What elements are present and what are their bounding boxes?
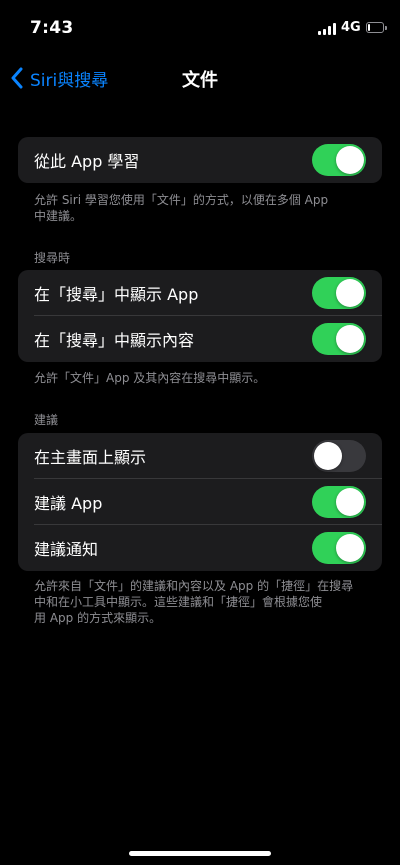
status-time: 7:43 (30, 18, 74, 38)
page-title: 文件 (182, 70, 218, 91)
show-app-in-search-toggle[interactable] (312, 277, 366, 309)
toggle-knob (336, 325, 364, 353)
show-on-home-screen-label: 在主畫面上顯示 (34, 448, 147, 467)
suggest-app-toggle[interactable] (312, 486, 366, 518)
learn-footer: 允許 Siri 學習您使用「文件」的方式，以便在多個 App 中建議。 (34, 192, 370, 224)
suggest-app-label: 建議 App (34, 494, 103, 513)
learn-from-app-toggle[interactable] (312, 144, 366, 176)
show-on-home-screen-row[interactable]: 在主畫面上顯示 (18, 433, 382, 479)
learn-footer-line: 允許 Siri 學習您使用「文件」的方式，以便在多個 App (34, 193, 329, 207)
search-section-header: 搜尋時 (34, 251, 71, 265)
suggestions-footer-line: 中和在小工具中顯示。這些建議和「捷徑」會根據您使 (34, 595, 323, 609)
toggle-knob (314, 442, 342, 470)
battery-icon (366, 22, 387, 33)
navigation-bar: Siri與搜尋 文件 (0, 56, 400, 100)
show-app-in-search-row[interactable]: 在「搜尋」中顯示 App (18, 270, 382, 316)
suggestions-group: 在主畫面上顯示 建議 App 建議通知 (18, 433, 382, 571)
show-on-home-screen-toggle[interactable] (312, 440, 366, 472)
network-type: 4G (341, 20, 361, 35)
show-content-in-search-row[interactable]: 在「搜尋」中顯示內容 (18, 316, 382, 362)
search-footer: 允許「文件」App 及其內容在搜尋中顯示。 (34, 371, 266, 385)
suggestions-footer-line: 用 App 的方式來顯示。 (34, 611, 162, 625)
toggle-knob (336, 534, 364, 562)
home-indicator[interactable] (129, 851, 271, 856)
search-group: 在「搜尋」中顯示 App 在「搜尋」中顯示內容 (18, 270, 382, 362)
suggestions-footer: 允許來自「文件」的建議和內容以及 App 的「捷徑」在搜尋 中和在小工具中顯示。… (34, 578, 370, 626)
suggest-notifications-label: 建議通知 (34, 540, 99, 559)
suggest-notifications-row[interactable]: 建議通知 (18, 525, 382, 571)
suggestions-footer-line: 允許來自「文件」的建議和內容以及 App 的「捷徑」在搜尋 (34, 579, 354, 593)
learn-footer-line: 中建議。 (34, 209, 83, 223)
learn-from-app-row[interactable]: 從此 App 學習 (18, 137, 382, 183)
signal-icon (318, 23, 336, 35)
show-content-in-search-toggle[interactable] (312, 323, 366, 355)
toggle-knob (336, 146, 364, 174)
learn-group: 從此 App 學習 (18, 137, 382, 183)
learn-from-app-label: 從此 App 學習 (34, 152, 140, 171)
show-content-in-search-label: 在「搜尋」中顯示內容 (34, 331, 195, 350)
status-bar: 7:43 4G (0, 0, 400, 56)
suggest-app-row[interactable]: 建議 App (18, 479, 382, 525)
toggle-knob (336, 279, 364, 307)
show-app-in-search-label: 在「搜尋」中顯示 App (34, 285, 199, 304)
suggest-notifications-toggle[interactable] (312, 532, 366, 564)
suggestions-section-header: 建議 (34, 413, 59, 427)
toggle-knob (336, 488, 364, 516)
